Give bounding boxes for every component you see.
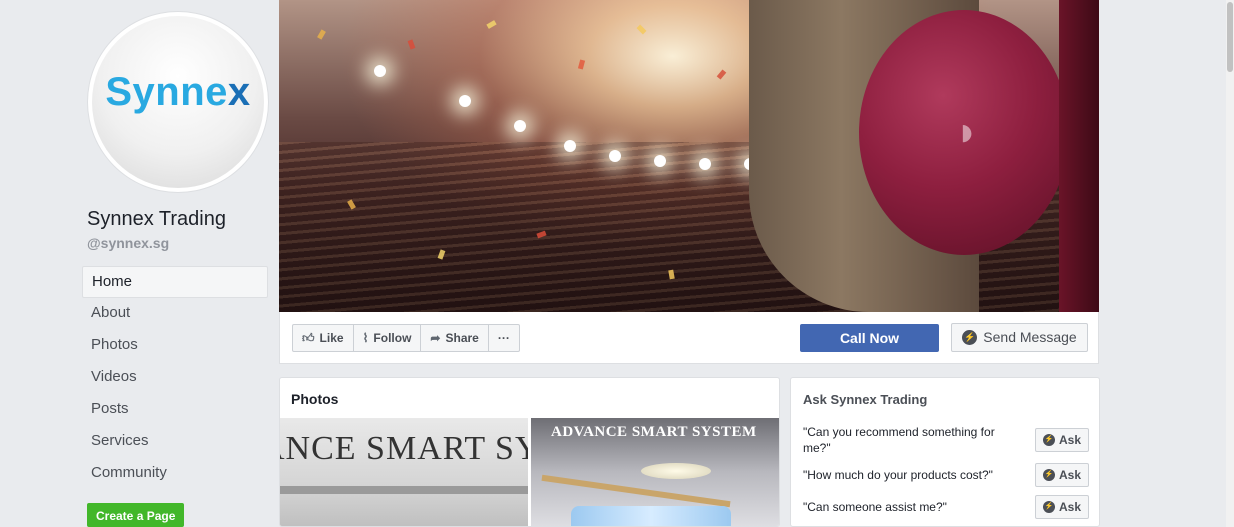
nav-item-services[interactable]: Services: [82, 426, 268, 458]
page-action-buttons: 👍︎ Like ⌇ Follow ➦ Share ···: [292, 324, 520, 352]
stadium-light: [514, 120, 526, 132]
page-handle[interactable]: @synnex.sg: [87, 235, 169, 251]
logo-text: Synne: [105, 69, 228, 114]
confetti: [636, 24, 647, 35]
ask-button[interactable]: ⚡ Ask: [1034, 495, 1089, 519]
more-options-button[interactable]: ···: [489, 325, 519, 351]
photos-card: Photos ANCE SMART SY ADVANCE SMART SYSTE…: [279, 377, 780, 527]
hanging-clothes: [571, 506, 731, 526]
stadium-light: [609, 150, 621, 162]
page-title[interactable]: Synnex Trading: [87, 208, 226, 231]
confetti: [407, 39, 416, 50]
emblem-icon: ◗: [954, 110, 979, 154]
nav-item-videos[interactable]: Videos: [82, 362, 268, 394]
rss-icon: ⌇: [362, 331, 369, 345]
call-now-button[interactable]: Call Now: [800, 324, 939, 352]
page-action-bar: 👍︎ Like ⌇ Follow ➦ Share ··· Call Now ⚡ Sen…: [279, 312, 1099, 364]
drying-rack: [280, 486, 528, 494]
ceiling-lamp: [641, 463, 711, 479]
ask-question-row: "Can someone assist me?" ⚡ Ask: [803, 495, 1089, 519]
ask-question: "How much do your products cost?": [803, 468, 993, 482]
logo-x: x: [227, 69, 251, 114]
messenger-icon: ⚡: [1042, 501, 1055, 513]
confetti: [716, 69, 727, 80]
synnex-logo: Synnex: [105, 70, 250, 115]
ask-button[interactable]: ⚡ Ask: [1034, 428, 1089, 452]
photo-caption: ANCE SMART SY: [280, 430, 528, 467]
thumbs-up-icon: 👍︎: [302, 331, 315, 345]
logo-container: Synnex: [92, 16, 264, 188]
more-icon: ···: [497, 331, 510, 345]
photo-caption: ADVANCE SMART SYSTEM: [551, 424, 757, 440]
ask-question: "Can someone assist me?": [803, 500, 947, 514]
stadium-light: [654, 155, 666, 167]
ask-button[interactable]: ⚡ Ask: [1034, 463, 1089, 487]
stadium-light: [459, 95, 471, 107]
create-page-button[interactable]: Create a Page: [87, 503, 185, 527]
profile-picture[interactable]: Synnex: [88, 12, 268, 192]
ask-label: Ask: [1058, 433, 1081, 447]
ask-label: Ask: [1058, 468, 1081, 482]
send-message-label: Send Message: [983, 329, 1077, 345]
send-message-button[interactable]: ⚡ Send Message: [951, 323, 1088, 352]
like-label: Like: [319, 331, 344, 345]
ask-question: "Can you recommend something for me?": [803, 425, 995, 455]
confetti: [577, 59, 586, 70]
page-nav: Home About Photos Videos Posts Services …: [82, 266, 268, 490]
stadium-light: [699, 158, 711, 170]
photo-thumbnail[interactable]: ANCE SMART SY: [280, 418, 528, 526]
confetti: [486, 20, 497, 29]
page-scrollbar[interactable]: [1226, 0, 1234, 527]
photo-thumbnail[interactable]: ADVANCE SMART SYSTEM: [531, 418, 779, 526]
messenger-icon: ⚡: [962, 330, 978, 345]
nav-item-community[interactable]: Community: [82, 458, 268, 490]
nav-item-posts[interactable]: Posts: [82, 394, 268, 426]
follow-label: Follow: [373, 331, 412, 345]
ask-page-card: Ask Synnex Trading "Can you recommend so…: [790, 377, 1100, 527]
messenger-icon: ⚡: [1042, 469, 1055, 481]
stadium-light: [564, 140, 576, 152]
nav-item-photos[interactable]: Photos: [82, 330, 268, 362]
photos-card-title[interactable]: Photos: [280, 378, 779, 420]
follow-button[interactable]: ⌇ Follow: [354, 325, 422, 351]
confetti: [317, 29, 326, 40]
jersey-sleeve: [1059, 0, 1099, 312]
ask-label: Ask: [1058, 500, 1081, 514]
share-label: Share: [445, 331, 479, 345]
cover-photo[interactable]: ◗: [279, 0, 1099, 312]
scrollbar-thumb[interactable]: [1227, 2, 1233, 72]
like-button[interactable]: 👍︎ Like: [293, 325, 354, 351]
ask-question-row: "Can you recommend something for me?" ⚡ A…: [803, 424, 1089, 456]
nav-item-home[interactable]: Home: [82, 266, 268, 298]
ask-card-title: Ask Synnex Trading: [803, 392, 928, 407]
share-button[interactable]: ➦ Share: [421, 325, 489, 351]
ask-question-row: "How much do your products cost?" ⚡ Ask: [803, 463, 1089, 487]
drying-rack: [541, 474, 731, 508]
stadium-light: [374, 65, 386, 77]
messenger-icon: ⚡: [1042, 434, 1055, 446]
nav-item-about[interactable]: About: [82, 298, 268, 330]
share-arrow-icon: ➦: [430, 331, 441, 345]
